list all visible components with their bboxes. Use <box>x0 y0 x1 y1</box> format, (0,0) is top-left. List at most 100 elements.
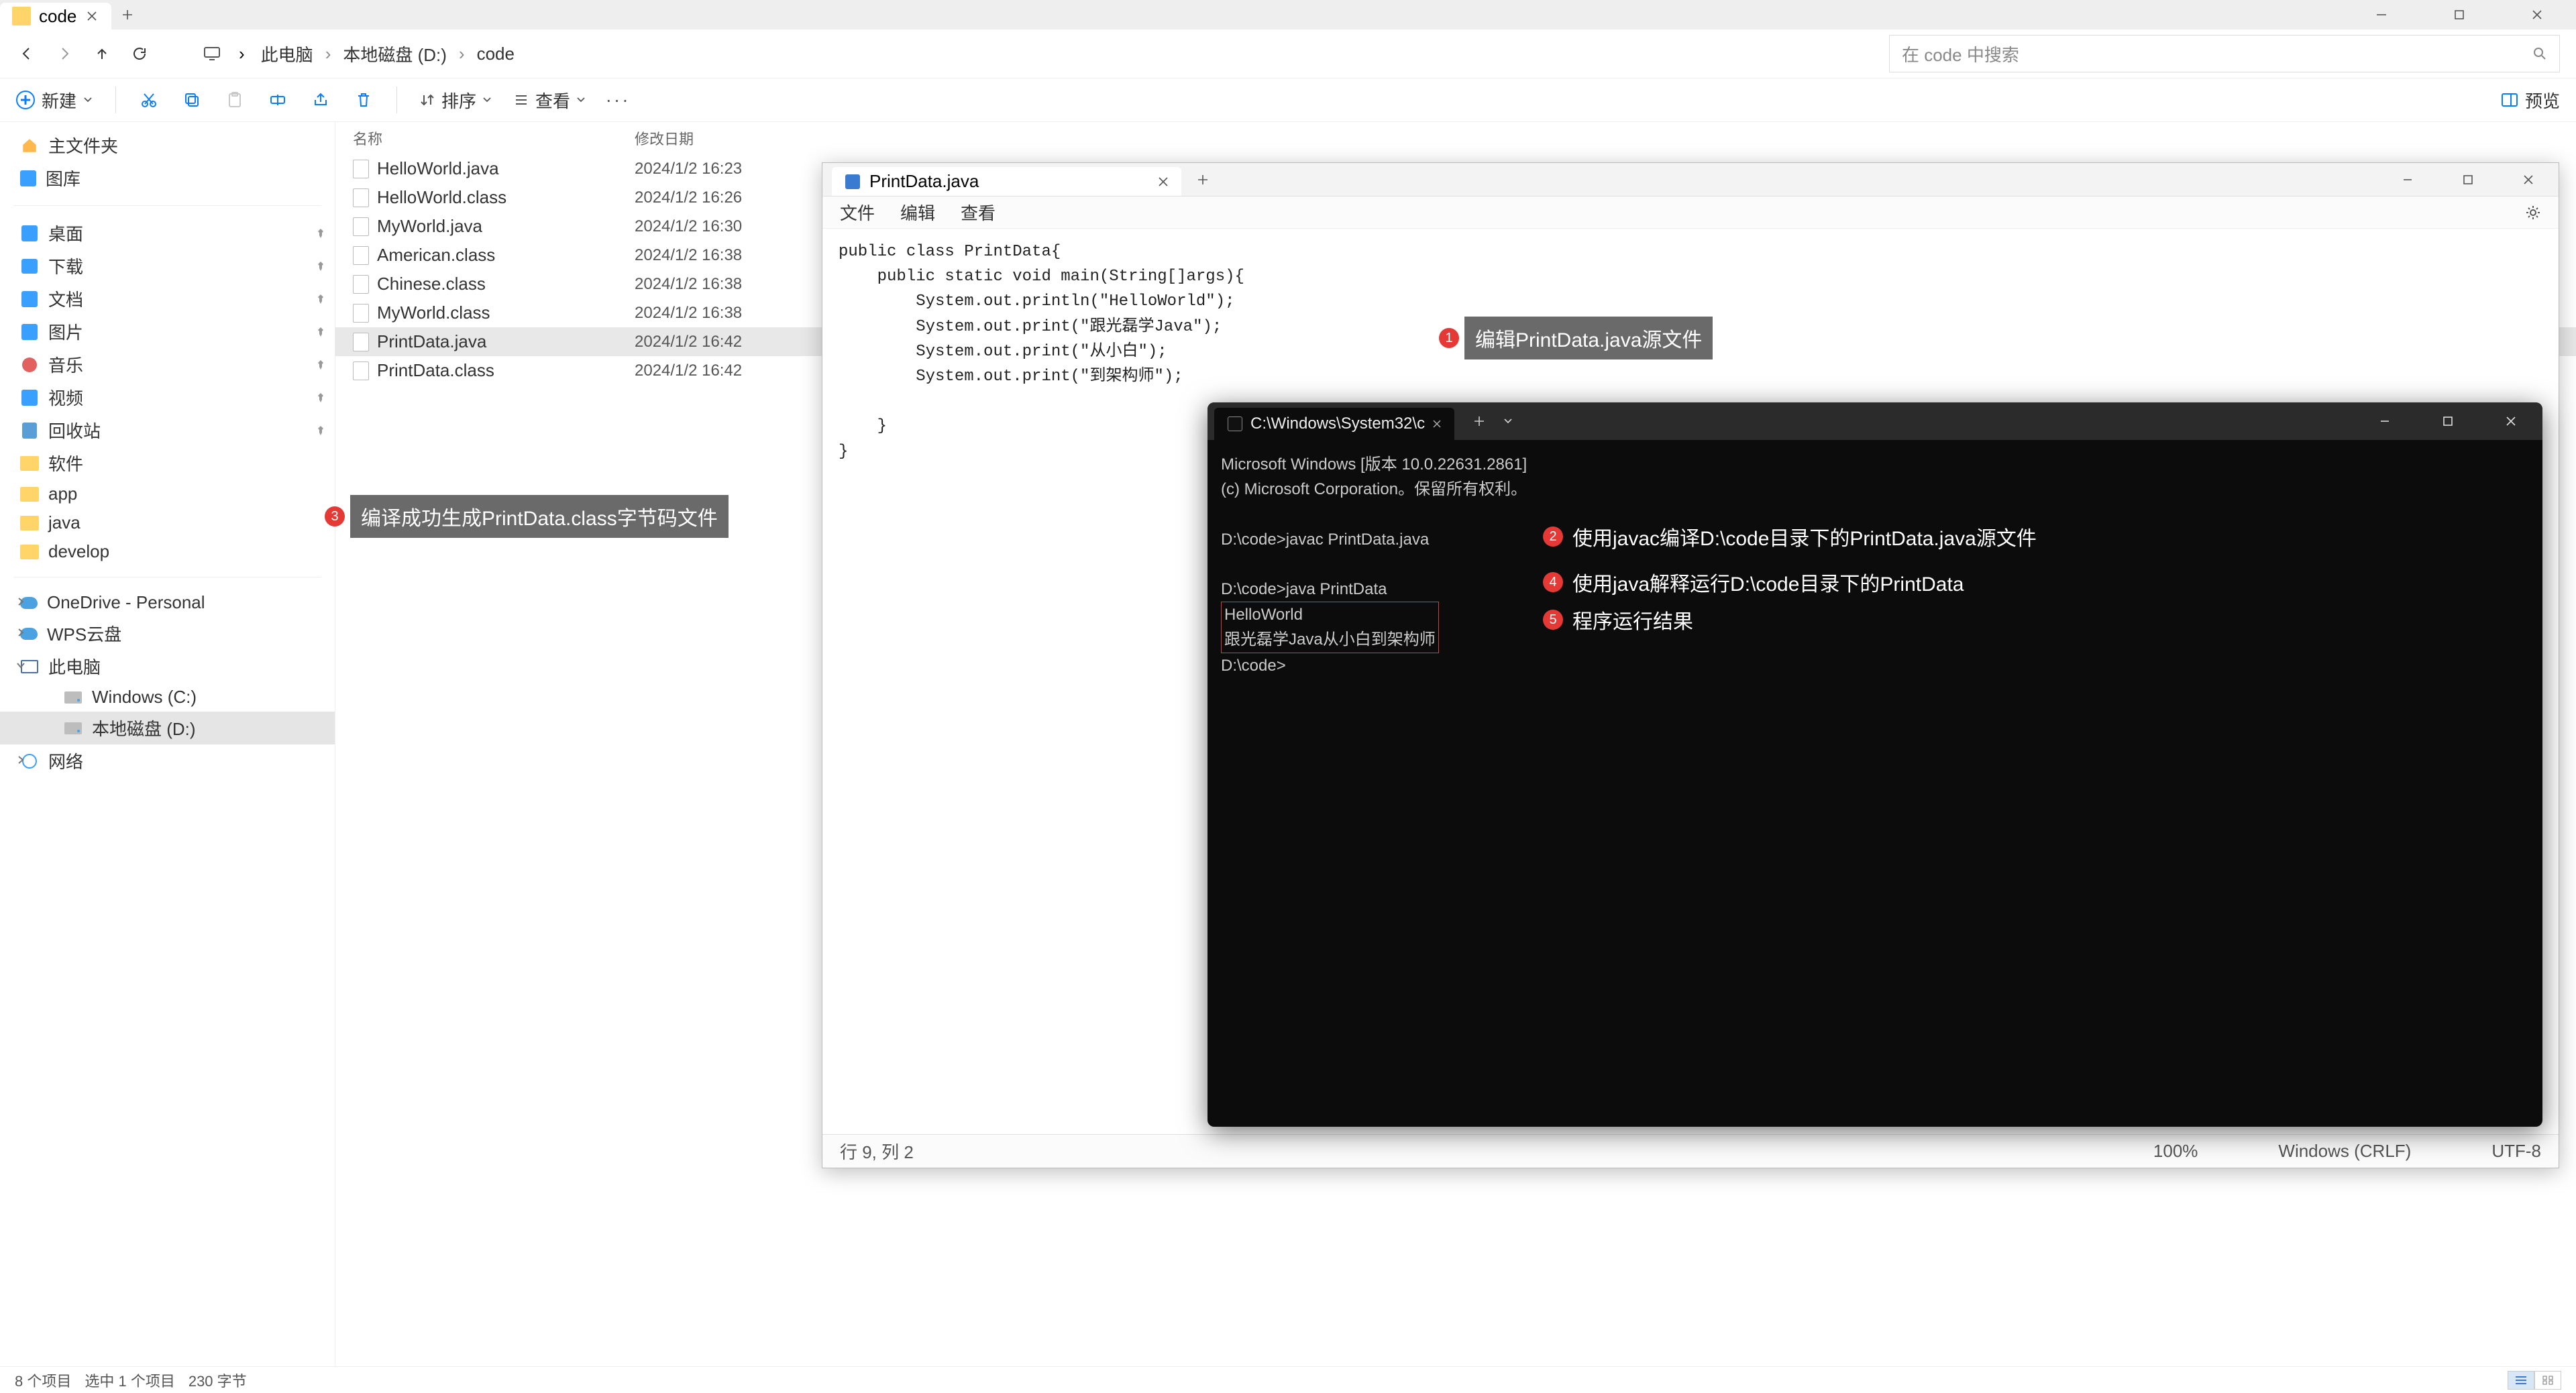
sidebar-home[interactable]: 主文件夹 <box>0 129 335 162</box>
details-view-button[interactable] <box>2508 1371 2534 1390</box>
notepad-tab-title: PrintData.java <box>869 171 979 192</box>
icons-view-button[interactable] <box>2534 1371 2561 1390</box>
sidebar-quick-7[interactable]: 软件 <box>0 447 335 480</box>
explorer-titlebar: code <box>0 0 2576 30</box>
pin-icon <box>316 392 325 403</box>
folder-icon <box>20 421 39 440</box>
sidebar-wps[interactable]: WPS云盘 <box>0 617 335 650</box>
new-tab-button[interactable] <box>1197 163 1208 196</box>
folder-icon <box>20 290 39 309</box>
sidebar-quick-10[interactable]: develop <box>0 537 335 566</box>
up-button[interactable] <box>91 43 113 64</box>
file-icon <box>353 160 369 178</box>
sidebar-c-drive[interactable]: Windows (C:) <box>0 683 335 712</box>
tab-dropdown-button[interactable] <box>1495 402 1521 440</box>
crumb-d-drive[interactable]: 本地磁盘 (D:) <box>343 42 447 66</box>
maximize-button[interactable] <box>2438 163 2498 196</box>
col-date[interactable]: 修改日期 <box>635 127 822 149</box>
close-tab-icon[interactable] <box>1433 420 1441 428</box>
copy-icon[interactable] <box>182 90 202 110</box>
chevron-right-icon: › <box>239 44 245 64</box>
settings-icon[interactable] <box>2525 205 2541 221</box>
explorer-tab[interactable]: code <box>0 3 111 30</box>
more-icon[interactable]: ··· <box>608 90 628 110</box>
rename-icon[interactable] <box>268 90 288 110</box>
close-button[interactable] <box>2498 163 2559 196</box>
sidebar-d-drive[interactable]: 本地磁盘 (D:) <box>0 712 335 744</box>
share-icon[interactable] <box>311 90 331 110</box>
back-button[interactable] <box>16 43 38 64</box>
annotation-4: 4 使用java解释运行D:\code目录下的PrintData <box>1543 566 1968 598</box>
column-headers[interactable]: 名称 修改日期 <box>335 122 2576 154</box>
close-tab-icon[interactable] <box>1159 177 1168 186</box>
terminal-tab-title: C:\Windows\System32\c <box>1250 414 1425 433</box>
preview-button[interactable]: 预览 <box>2501 88 2560 113</box>
sidebar-quick-4[interactable]: 音乐 <box>0 348 335 381</box>
file-icon <box>353 304 369 323</box>
sidebar-quick-0[interactable]: 桌面 <box>0 217 335 249</box>
chevron-right-icon <box>16 628 28 640</box>
chevron-down-icon <box>483 96 491 104</box>
sidebar-quick-6[interactable]: 回收站 <box>0 414 335 447</box>
status-selected: 选中 1 个项目 <box>85 1370 174 1391</box>
view-button[interactable]: 查看 <box>514 88 585 113</box>
sidebar-quick-2[interactable]: 文档 <box>0 282 335 315</box>
minimize-button[interactable] <box>2377 163 2438 196</box>
new-tab-button[interactable] <box>1464 402 1495 440</box>
minimize-button[interactable] <box>2353 402 2416 440</box>
chevron-right-icon <box>16 755 28 767</box>
drive-icon <box>64 719 83 738</box>
crumb-this-pc[interactable]: 此电脑 <box>261 42 313 66</box>
sidebar-quick-8[interactable]: app <box>0 480 335 508</box>
sidebar-network[interactable]: 网络 <box>0 744 335 777</box>
paste-icon[interactable] <box>225 90 245 110</box>
sidebar-quick-9[interactable]: java <box>0 508 335 537</box>
home-icon <box>20 136 39 155</box>
crumb-code[interactable]: code <box>477 44 515 64</box>
delete-icon[interactable] <box>354 90 374 110</box>
search-icon <box>2532 46 2547 61</box>
maximize-button[interactable] <box>2416 402 2479 440</box>
folder-icon <box>20 514 39 533</box>
sidebar-quick-3[interactable]: 图片 <box>0 315 335 348</box>
notepad-tab[interactable]: PrintData.java <box>832 167 1181 196</box>
pc-icon[interactable] <box>201 43 223 64</box>
explorer-tab-title: code <box>39 6 76 27</box>
explorer-address-bar: › 此电脑› 本地磁盘 (D:)› code 在 code 中搜索 <box>0 30 2576 78</box>
status-count: 8 个项目 <box>15 1370 71 1391</box>
close-tab-icon[interactable] <box>85 9 99 23</box>
sidebar-this-pc[interactable]: 此电脑 <box>0 650 335 683</box>
new-tab-button[interactable] <box>111 0 144 30</box>
forward-button[interactable] <box>54 43 75 64</box>
terminal-tab[interactable]: C:\Windows\System32\c <box>1214 408 1454 440</box>
status-size: 230 字节 <box>189 1370 247 1391</box>
menu-file[interactable]: 文件 <box>840 200 875 225</box>
folder-icon <box>20 355 39 374</box>
terminal-window: C:\Windows\System32\c Microsoft Windows … <box>1208 402 2542 1127</box>
cut-icon[interactable] <box>139 90 159 110</box>
gallery-icon <box>20 170 36 186</box>
close-button[interactable] <box>2479 402 2542 440</box>
terminal-output[interactable]: Microsoft Windows [版本 10.0.22631.2861] (… <box>1208 440 2542 690</box>
sidebar-quick-1[interactable]: 下载 <box>0 249 335 282</box>
refresh-button[interactable] <box>129 43 150 64</box>
search-input[interactable]: 在 code 中搜索 <box>1889 35 2560 72</box>
col-name[interactable]: 名称 <box>353 127 635 149</box>
new-button[interactable]: 新建 <box>16 88 93 113</box>
notepad-icon <box>845 174 860 189</box>
menu-edit[interactable]: 编辑 <box>900 200 935 225</box>
annotation-number-icon: 3 <box>325 506 345 526</box>
folder-icon <box>20 485 39 504</box>
maximize-button[interactable] <box>2420 0 2498 30</box>
sidebar-onedrive[interactable]: OneDrive - Personal <box>0 588 335 617</box>
menu-view[interactable]: 查看 <box>961 200 996 225</box>
view-icon <box>514 93 529 107</box>
file-icon <box>353 217 369 236</box>
sort-button[interactable]: 排序 <box>420 88 491 113</box>
sidebar-quick-5[interactable]: 视频 <box>0 381 335 414</box>
minimize-button[interactable] <box>2343 0 2420 30</box>
file-icon <box>353 246 369 265</box>
close-button[interactable] <box>2498 0 2576 30</box>
plus-circle-icon <box>16 91 35 109</box>
sidebar-gallery[interactable]: 图库 <box>0 162 335 194</box>
